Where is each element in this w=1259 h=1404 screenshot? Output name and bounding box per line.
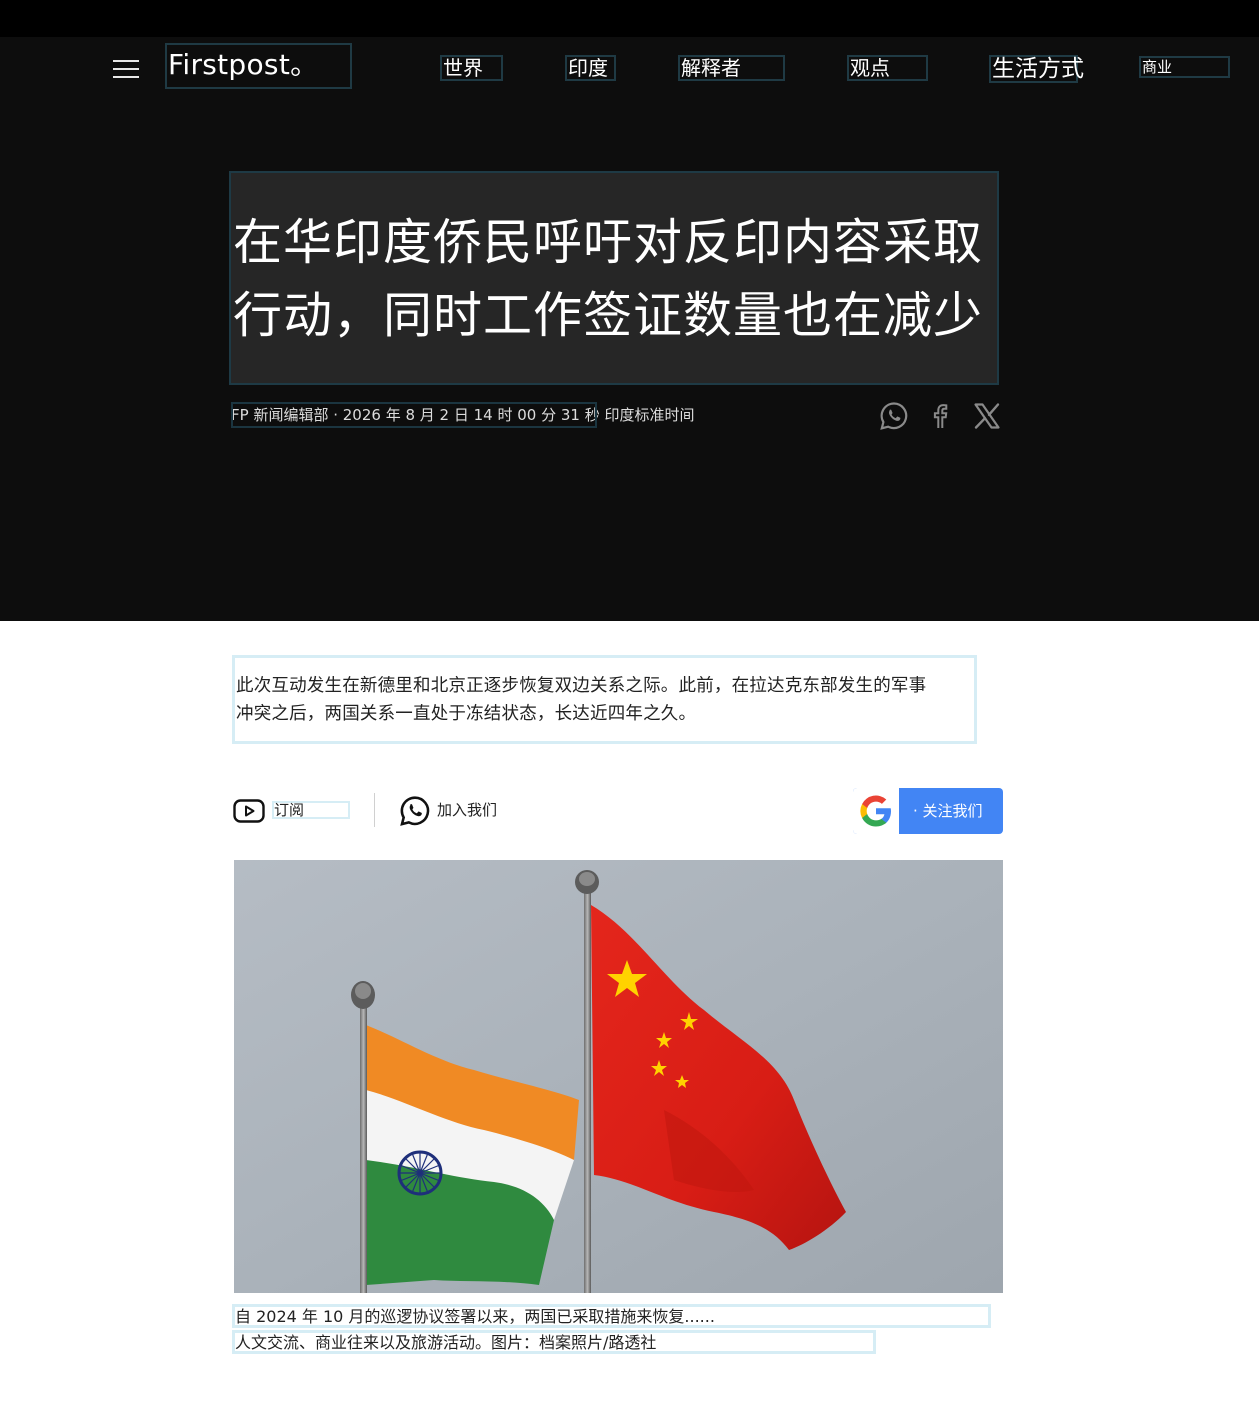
nav-item-opinion[interactable]: 观点 bbox=[847, 55, 928, 81]
subscribe-button[interactable]: 订阅 bbox=[274, 801, 304, 819]
top-black-strip bbox=[0, 0, 1259, 37]
x-icon[interactable] bbox=[972, 401, 1002, 431]
article-title-line-2: 行动，同时工作签证数量也在减少 bbox=[233, 287, 984, 344]
action-divider bbox=[374, 793, 375, 827]
whatsapp-icon[interactable] bbox=[879, 401, 909, 431]
youtube-icon[interactable] bbox=[233, 798, 265, 824]
google-logo-box bbox=[853, 788, 899, 834]
article-title: 在华印度侨民呼吁对反印内容采取 行动，同时工作签证数量也在减少 bbox=[229, 171, 999, 385]
google-g-icon bbox=[860, 795, 891, 827]
google-follow-label: · 关注我们 bbox=[913, 802, 983, 820]
google-follow-button[interactable]: · 关注我们 bbox=[853, 788, 1003, 834]
photo-caption-line-1: 自 2024 年 10 月的巡逻协议签署以来，两国已采取措施来恢复...... bbox=[232, 1304, 991, 1328]
summary-line-2: 冲突之后，两国关系一直处于冻结状态，长达近四年之久。 bbox=[236, 704, 697, 724]
article-summary: 此次互动发生在新德里和北京正逐步恢复双边关系之际。此前，在拉达克东部发生的军事 … bbox=[232, 655, 977, 744]
nav-item-explainers[interactable]: 解释者 bbox=[678, 55, 785, 81]
nav-item-world[interactable]: 世界 bbox=[440, 55, 503, 81]
nav-item-lifestyle[interactable]: 生活方式 bbox=[989, 55, 1084, 83]
byline-text: FP 新闻编辑部 · 2026 年 8 月 2 日 14 时 00 分 31 秒… bbox=[231, 406, 695, 424]
hamburger-menu-icon[interactable] bbox=[113, 58, 139, 80]
article-photo-flags[interactable] bbox=[234, 860, 1003, 1293]
whatsapp-join-icon[interactable] bbox=[399, 795, 431, 827]
site-logo[interactable]: Firstpost。 bbox=[165, 43, 352, 89]
article-title-line-1: 在华印度侨民呼吁对反印内容采取 bbox=[233, 214, 984, 271]
photo-caption-line-2: 人文交流、商业往来以及旅游活动。图片：档案照片/路透社 bbox=[232, 1330, 876, 1354]
nav-item-business[interactable]: 商业 bbox=[1139, 56, 1230, 78]
flags-illustration bbox=[234, 860, 1003, 1293]
article-byline: FP 新闻编辑部 · 2026 年 8 月 2 日 14 时 00 分 31 秒… bbox=[231, 402, 695, 428]
nav-item-india[interactable]: 印度 bbox=[565, 55, 616, 81]
summary-line-1: 此次互动发生在新德里和北京正逐步恢复双边关系之际。此前，在拉达克东部发生的军事 bbox=[236, 676, 927, 696]
facebook-icon[interactable] bbox=[925, 401, 955, 431]
join-us-button[interactable]: 加入我们 bbox=[437, 801, 497, 819]
